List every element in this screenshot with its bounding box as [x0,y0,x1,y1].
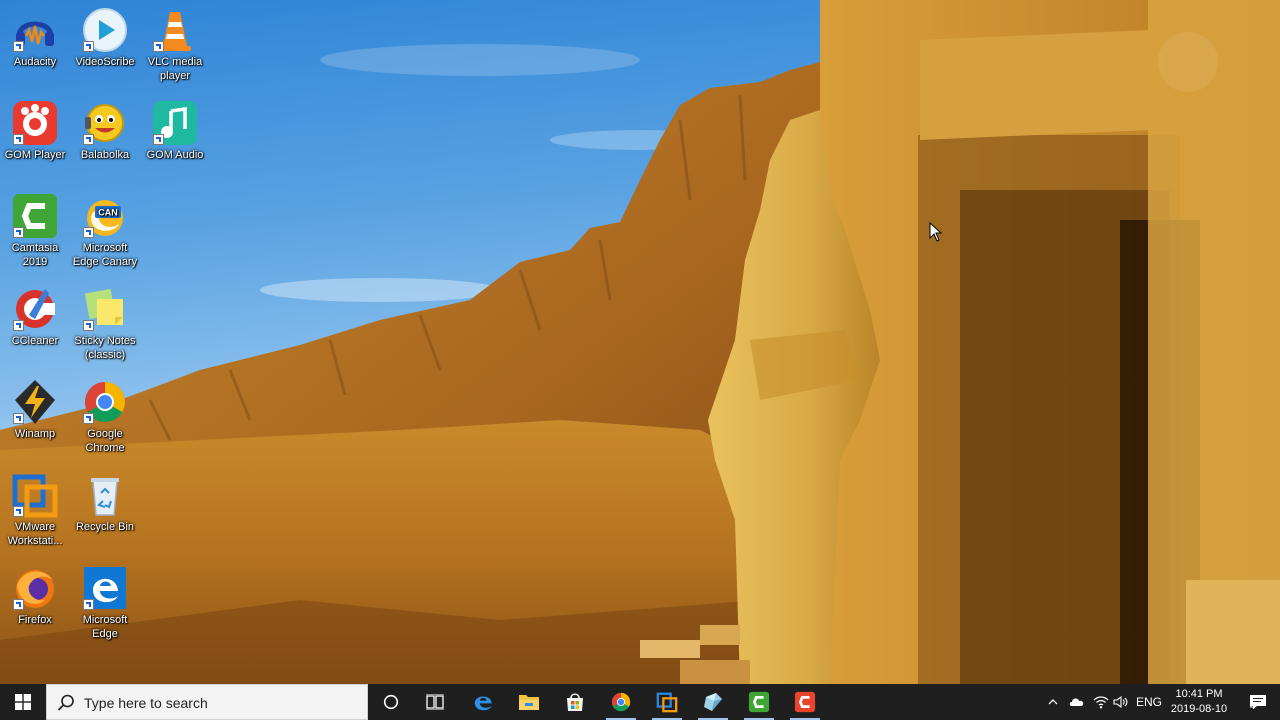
start-button[interactable] [0,684,46,720]
chevron-up-icon [1048,699,1058,705]
desktop-icon-label: Firefox [18,614,52,626]
winamp-icon [11,378,59,426]
camtasia-icon [748,691,770,713]
desktop-icon-label: Winamp [14,428,56,440]
chrome-icon [81,378,129,426]
desktop-icon-label: VLC media player [147,56,203,82]
action-center-button[interactable] [1236,684,1280,720]
desktop-icon-firefox[interactable]: Firefox [0,564,71,627]
desktop-icon-ccleaner[interactable]: CCleaner [0,285,71,348]
edge-icon [474,696,492,711]
wifi-icon [1093,696,1109,709]
taskbar-edge[interactable] [460,684,506,720]
search-placeholder: Type here to search [84,695,208,711]
search-icon [57,694,74,711]
app-icon [704,693,722,711]
task-view-icon [426,694,444,710]
desktop-icon-label: VideoScribe [75,56,135,68]
edge-canary-icon: CAN [81,192,129,240]
taskbar-microsoft-store[interactable] [552,684,598,720]
taskbar-chrome[interactable] [598,684,644,720]
cortana-icon [383,694,399,710]
taskbar-vmware[interactable] [644,684,690,720]
desktop-icon-gom-player[interactable]: GOM Player [0,99,71,162]
desktop-icon-chrome[interactable]: Google Chrome [69,378,141,455]
desktop-icon-sticky-notes[interactable]: Sticky Notes (classic) [69,285,141,362]
watermark-seal [1158,32,1218,92]
clock-date: 2019-08-10 [1170,703,1228,715]
balabolka-icon [81,99,129,147]
taskbar-search-box[interactable]: Type here to search [46,684,368,720]
windows-logo-icon [15,694,31,710]
desktop-icon-winamp[interactable]: Winamp [0,378,71,441]
desktop-icon-vlc[interactable]: VLC media player [139,6,211,83]
desktop-icon-label: VMware Workstati... [7,521,63,547]
task-view-button[interactable] [412,684,458,720]
desktop-icon-label: GOM Player [4,149,66,161]
vlc-icon [151,6,199,54]
gom-audio-icon [151,99,199,147]
desktop-icon-label: Camtasia 2019 [11,242,59,268]
vmware-icon [11,471,59,519]
notification-count-badge: 4 [1250,701,1256,711]
camtasia-icon [11,192,59,240]
desktop-icon-audacity[interactable]: Audacity [0,6,71,69]
desktop-icon-camtasia[interactable]: Camtasia 2019 [0,192,71,269]
network-button[interactable] [1090,684,1112,720]
sticky-notes-icon [81,285,129,333]
volume-button[interactable] [1110,684,1132,720]
desktop-icon-edge[interactable]: Microsoft Edge [69,564,141,641]
taskbar-file-explorer[interactable] [506,684,552,720]
canary-badge: CAN [98,208,118,218]
show-hidden-icons-button[interactable] [1044,684,1062,720]
ccleaner-icon [11,285,59,333]
mouse-cursor-icon [929,222,943,242]
firefox-icon [11,564,59,612]
desktop-icon-label: Microsoft Edge Canary [72,242,138,268]
file-explorer-icon [519,695,539,710]
desktop-icon-recycle-bin[interactable]: Recycle Bin [69,471,141,534]
onedrive-button[interactable] [1066,684,1088,720]
desktop-icon-gom-audio[interactable]: GOM Audio [139,99,211,162]
recycle-bin-icon [81,471,129,519]
language-indicator[interactable]: ENG [1134,684,1164,720]
videoscribe-icon [81,6,129,54]
taskbar: Type here to search ENG 10:41 PM 2019-08… [0,684,1280,720]
taskbar-camtasia-recorder[interactable] [782,684,828,720]
clock-time: 10:41 PM [1175,688,1223,700]
desktop-icon-label: Audacity [13,56,57,68]
desktop-icon-label: CCleaner [11,335,59,347]
speaker-icon [1113,695,1128,709]
desktop-icon-videoscribe[interactable]: VideoScribe [69,6,141,69]
taskbar-app[interactable] [690,684,736,720]
clock-button[interactable]: 10:41 PM 2019-08-10 [1166,684,1232,720]
desktop-icon-label: Sticky Notes (classic) [74,335,136,361]
desktop-icon-label: Recycle Bin [75,521,135,533]
gom-player-icon [11,99,59,147]
desktop-icon-label: Balabolka [80,149,130,161]
audacity-icon [11,6,59,54]
edge-icon [81,564,129,612]
desktop-icon-label: GOM Audio [146,149,204,161]
camtasia-recorder-icon [794,691,816,713]
desktop-icon-balabolka[interactable]: Balabolka [69,99,141,162]
desktop-icon-vmware[interactable]: VMware Workstati... [0,471,71,548]
onedrive-cloud-icon [1069,698,1084,706]
cortana-button[interactable] [368,684,414,720]
vmware-icon [656,692,678,713]
microsoft-store-icon [567,693,583,711]
desktop-icon-label: Microsoft Edge [82,614,128,640]
chrome-icon [611,692,631,712]
taskbar-camtasia[interactable] [736,684,782,720]
desktop-icon-edge-canary[interactable]: CAN Microsoft Edge Canary [69,192,141,269]
desktop-icon-label: Google Chrome [85,428,125,454]
